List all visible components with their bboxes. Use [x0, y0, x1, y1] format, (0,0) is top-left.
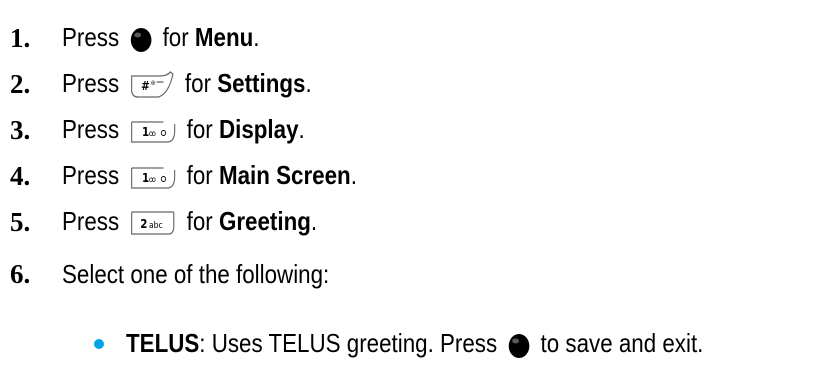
step-text: Press for Menu. [62, 22, 260, 54]
key-1-icon: 1 ꝏ [129, 164, 177, 192]
svg-text:ꝏ: ꝏ [149, 128, 156, 138]
center-select-key-icon [507, 332, 531, 360]
svg-text:ꝏ: ꝏ [149, 174, 156, 184]
step-number: 2. [10, 68, 31, 99]
key-2abc-icon: 2 abc [129, 208, 177, 238]
svg-text:#: # [141, 79, 150, 93]
step-text: Press 2 abc for Greeting. [62, 206, 317, 238]
bullet-icon [94, 339, 104, 349]
option-telus: TELUS: Uses TELUS greeting. Press to sav… [94, 324, 797, 364]
step-number: 6. [10, 258, 31, 289]
option-text: TELUS: Uses TELUS greeting. Press to sav… [126, 328, 704, 360]
step-text: Press # ⊕ for Settings. [62, 68, 312, 100]
step-text: Select one of the following: [62, 258, 330, 289]
svg-text:2: 2 [140, 217, 147, 231]
step-number: 4. [10, 160, 31, 191]
svg-text:abc: abc [149, 219, 163, 230]
telus-term: TELUS [126, 328, 200, 359]
display-target: Display [218, 114, 299, 145]
main-screen-target: Main Screen [218, 160, 351, 191]
step-number: 5. [10, 206, 31, 237]
step-5: 5. Press 2 abc for Greeting. [10, 202, 359, 242]
center-select-key-icon [129, 26, 153, 54]
step-text: Press 1 ꝏ for Display. [62, 114, 305, 145]
step-text: Press 1 ꝏ for Main Screen. [62, 160, 357, 191]
step-3: 3. Press 1 ꝏ for Display. [10, 110, 344, 150]
step-number: 1. [10, 22, 31, 53]
svg-text:⊕: ⊕ [150, 79, 155, 88]
step-1: 1. Press for Menu. [10, 18, 292, 58]
step-number: 3. [10, 114, 31, 145]
key-1-icon: 1 ꝏ [129, 118, 177, 146]
menu-target: Menu [194, 22, 254, 53]
pound-key-icon: # ⊕ [129, 70, 175, 100]
step-2: 2. Press # ⊕ for Settings. [10, 64, 352, 104]
step-6: 6. Select one of the following: [10, 254, 373, 294]
settings-target: Settings [217, 67, 306, 98]
greeting-target: Greeting [218, 205, 311, 236]
step-4: 4. Press 1 ꝏ for Main Screen. [10, 156, 405, 196]
